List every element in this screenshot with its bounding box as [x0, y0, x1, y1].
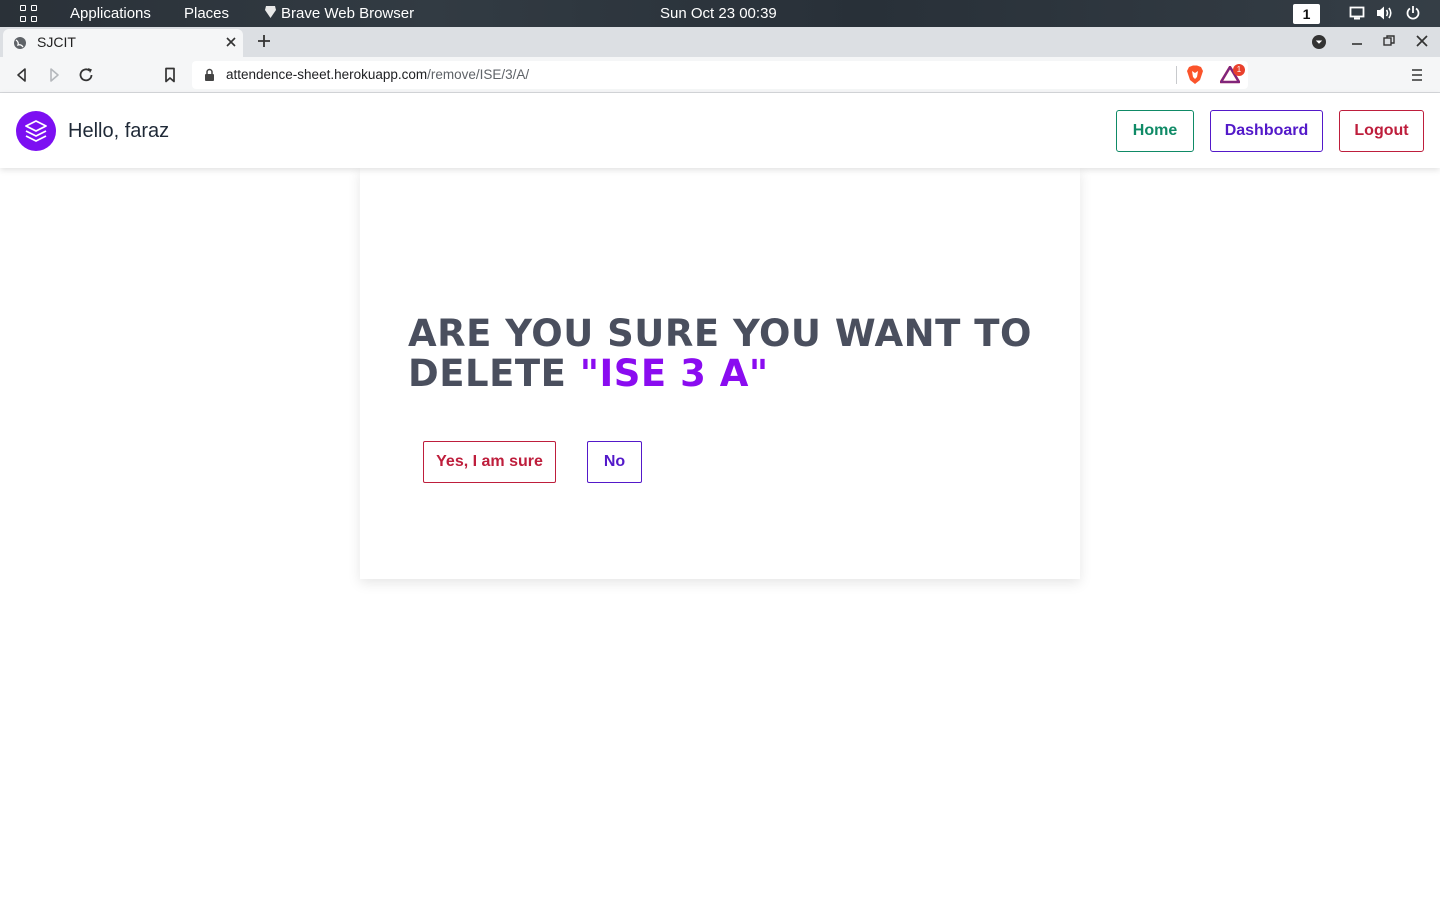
brave-shields-icon[interactable]	[1186, 65, 1204, 85]
lock-icon[interactable]	[204, 68, 215, 82]
address-bar[interactable]: attendence-sheet.herokuapp.com/remove/IS…	[192, 61, 1248, 89]
menu-icon[interactable]	[1410, 68, 1424, 82]
apps-grid-icon[interactable]	[20, 5, 38, 23]
confirmation-heading: ARE YOU SURE YOU WANT TO DELETE "ISE 3 A…	[408, 314, 1048, 394]
dashboard-button[interactable]: Dashboard	[1210, 110, 1323, 152]
home-button[interactable]: Home	[1116, 110, 1194, 152]
new-tab-icon[interactable]	[256, 33, 272, 49]
back-icon[interactable]	[13, 66, 31, 84]
browser-tab[interactable]: SJCIT	[3, 29, 243, 57]
applications-menu[interactable]: Applications	[70, 0, 151, 27]
close-tab-icon[interactable]	[223, 34, 239, 50]
minimize-icon[interactable]	[1350, 34, 1364, 48]
active-app-label: Brave Web Browser	[281, 5, 415, 22]
layers-logo-icon[interactable]	[16, 111, 56, 151]
active-app-menu[interactable]: Brave Web Browser	[264, 0, 414, 27]
cancel-delete-button[interactable]: No	[587, 441, 642, 483]
delete-target-name: "ISE 3 A"	[579, 352, 769, 395]
clock[interactable]: Sun Oct 23 00:39	[660, 0, 777, 27]
url-host: attendence-sheet.herokuapp.com	[226, 67, 428, 82]
close-window-icon[interactable]	[1415, 34, 1429, 48]
forward-icon[interactable]	[45, 66, 63, 84]
user-greeting: Hello, faraz	[68, 120, 170, 142]
tab-title: SJCIT	[37, 34, 76, 50]
system-top-bar: Applications Places Brave Web Browser Su…	[0, 0, 1440, 27]
logout-button[interactable]: Logout	[1339, 110, 1424, 152]
brave-lion-icon	[265, 6, 276, 18]
confirm-delete-button[interactable]: Yes, I am sure	[423, 441, 556, 483]
restore-icon[interactable]	[1382, 34, 1396, 48]
screen-icon[interactable]	[1349, 5, 1365, 21]
browser-tab-strip: SJCIT	[0, 27, 1440, 57]
delete-confirmation-card: ARE YOU SURE YOU WANT TO DELETE "ISE 3 A…	[360, 168, 1080, 579]
tab-search-icon[interactable]	[1311, 34, 1327, 50]
rewards-badge: 1	[1233, 64, 1245, 76]
browser-toolbar: attendence-sheet.herokuapp.com/remove/IS…	[0, 57, 1440, 93]
url-text[interactable]: attendence-sheet.herokuapp.com/remove/IS…	[226, 67, 529, 82]
globe-icon	[14, 37, 26, 49]
bookmark-icon[interactable]	[161, 66, 179, 84]
workspace-indicator[interactable]: 1	[1293, 4, 1320, 24]
reload-icon[interactable]	[77, 66, 95, 84]
places-menu[interactable]: Places	[184, 0, 229, 27]
power-icon[interactable]	[1405, 5, 1421, 21]
site-navbar: Hello, faraz Home Dashboard Logout	[0, 93, 1440, 168]
volume-icon[interactable]	[1376, 5, 1394, 21]
url-path: /remove/ISE/3/A/	[427, 67, 530, 82]
web-page: Hello, faraz Home Dashboard Logout ARE Y…	[0, 93, 1440, 900]
url-divider	[1176, 66, 1177, 84]
